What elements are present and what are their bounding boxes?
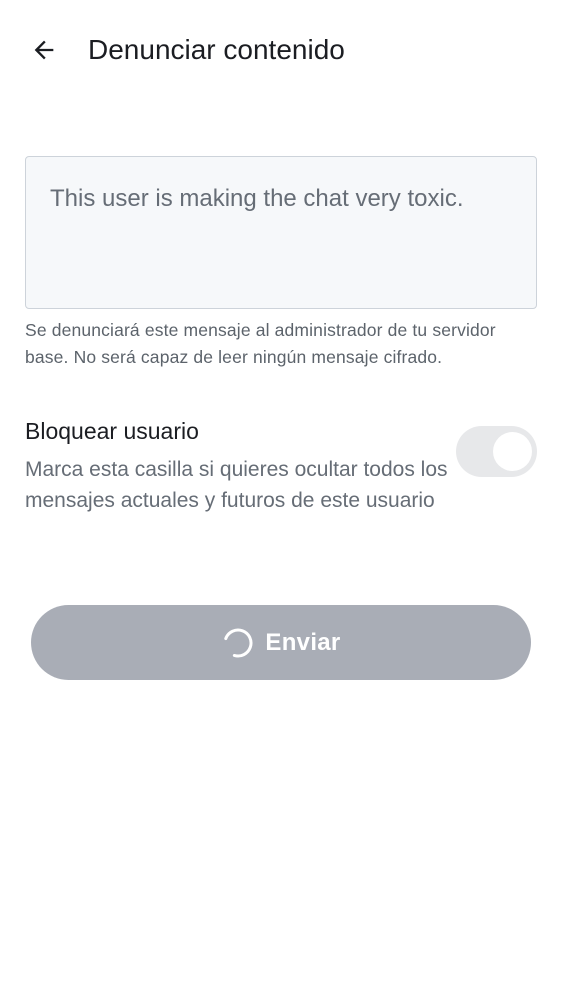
toggle-thumb <box>493 432 532 471</box>
arrow-left-icon <box>34 40 54 60</box>
block-user-description: Marca esta casilla si quieres ocultar to… <box>25 458 448 512</box>
send-button[interactable]: Enviar <box>31 605 531 680</box>
top-app-bar: Denunciar contenido <box>0 0 562 100</box>
back-button[interactable] <box>22 28 66 72</box>
report-hint-text: Se denunciará este mensaje al administra… <box>25 320 496 367</box>
block-user-label: Bloquear usuario <box>25 418 199 444</box>
send-button-label: Enviar <box>265 628 341 656</box>
report-content-screen: Denunciar contenido This user is making … <box>0 0 562 1000</box>
block-user-toggle[interactable] <box>456 426 537 477</box>
page-title: Denunciar contenido <box>88 34 345 65</box>
report-reason-input[interactable]: This user is making the chat very toxic. <box>25 156 537 309</box>
spinner-icon <box>221 626 255 660</box>
